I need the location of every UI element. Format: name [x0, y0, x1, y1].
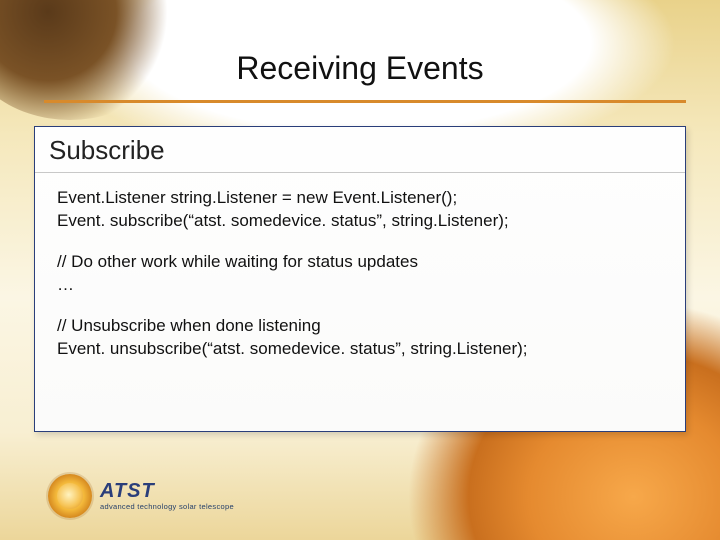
logo-acronym: ATST: [100, 481, 234, 501]
code-line: // Do other work while waiting for statu…: [57, 251, 665, 274]
code-line: Event.Listener string.Listener = new Eve…: [57, 187, 665, 210]
slide-title: Receiving Events: [236, 50, 483, 87]
content-panel: Subscribe Event.Listener string.Listener…: [34, 126, 686, 432]
code-block-3: // Unsubscribe when done listening Event…: [57, 315, 665, 361]
code-block-1: Event.Listener string.Listener = new Eve…: [57, 187, 665, 233]
code-line: …: [57, 274, 665, 297]
logo-text: ATST advanced technology solar telescope: [100, 481, 234, 511]
code-line: // Unsubscribe when done listening: [57, 315, 665, 338]
logo: ATST advanced technology solar telescope: [48, 474, 234, 518]
panel-header: Subscribe: [35, 127, 685, 173]
panel-body: Event.Listener string.Listener = new Eve…: [35, 173, 685, 393]
logo-subtitle: advanced technology solar telescope: [100, 503, 234, 511]
title-area: Receiving Events: [0, 50, 720, 87]
slide: Receiving Events Subscribe Event.Listene…: [0, 0, 720, 540]
code-line: Event. subscribe(“atst. somedevice. stat…: [57, 210, 665, 233]
code-block-2: // Do other work while waiting for statu…: [57, 251, 665, 297]
title-underline: [44, 100, 686, 103]
sun-icon: [48, 474, 92, 518]
code-line: Event. unsubscribe(“atst. somedevice. st…: [57, 338, 665, 361]
